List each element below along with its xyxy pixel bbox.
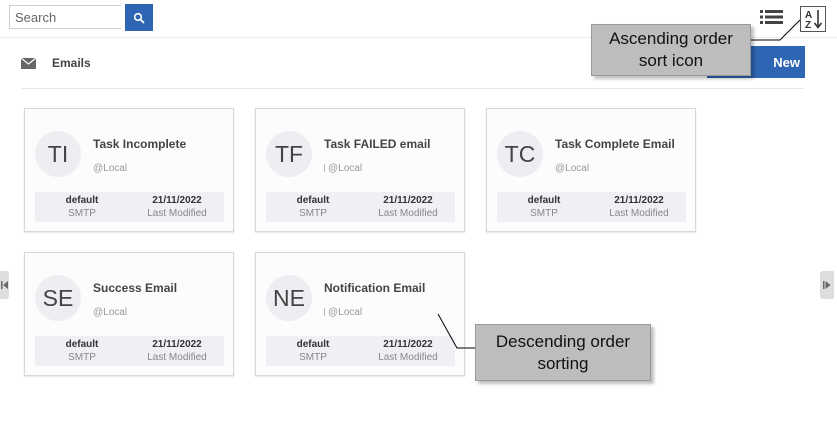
callout-line: sorting (537, 353, 589, 373)
mail-icon (21, 58, 36, 69)
meta-type: default SMTP (266, 338, 360, 364)
meta-date-label: Last Modified (378, 352, 438, 363)
sort-ascending-button[interactable]: A Z (800, 6, 826, 32)
card-subtitle-text: @Local (93, 163, 128, 174)
card-subtitle-text: @Local (328, 163, 363, 174)
section-title: Emails (52, 56, 91, 70)
card-title: Notification Email (324, 281, 426, 295)
search-icon (133, 12, 145, 24)
card-meta: default SMTP 21/11/2022 Last Modified (35, 336, 224, 366)
meta-type-label: SMTP (68, 352, 96, 363)
section-divider (22, 88, 804, 89)
card-subtitle-text: @Local (555, 163, 590, 174)
card-subtitle-text: @Local (328, 307, 363, 318)
meta-date: 21/11/2022 Last Modified (130, 194, 224, 220)
left-collapse-handle[interactable] (0, 271, 9, 299)
meta-date-value: 21/11/2022 (152, 195, 202, 206)
meta-date-label: Last Modified (147, 208, 207, 219)
email-card[interactable]: TC Task Complete Email @Local default SMTP 21… (486, 108, 696, 232)
meta-type-value: default (527, 195, 561, 206)
meta-date-label: Last Modified (609, 208, 669, 219)
meta-type: default SMTP (266, 194, 360, 220)
card-meta: default SMTP 21/11/2022 Last Modified (497, 192, 686, 222)
meta-date-value: 21/11/2022 (383, 339, 433, 350)
email-card[interactable]: NE Notification Email @Local default SMTP 21/… (255, 252, 465, 376)
card-subtitle: @Local (324, 307, 362, 318)
meta-type: default SMTP (35, 338, 129, 364)
meta-date: 21/11/2022 Last Modified (592, 194, 686, 220)
sort-az-icon: A Z (805, 10, 823, 31)
list-view-icon (760, 10, 783, 24)
meta-date-value: 21/11/2022 (152, 339, 202, 350)
meta-type-value: default (65, 195, 99, 206)
right-expand-handle[interactable] (820, 271, 834, 299)
meta-date: 21/11/2022 Last Modified (361, 338, 455, 364)
card-meta: default SMTP 21/11/2022 Last Modified (266, 336, 455, 366)
card-title: Task FAILED email (324, 137, 431, 151)
card-meta: default SMTP 21/11/2022 Last Modified (35, 192, 224, 222)
email-card[interactable]: SE Success Email @Local default SMTP 21/11/20… (24, 252, 234, 376)
avatar: TC (497, 131, 543, 177)
avatar: NE (266, 275, 312, 321)
meta-type-value: default (296, 195, 330, 206)
email-card[interactable]: TI Task Incomplete @Local default SMTP 21/11/… (24, 108, 234, 232)
subtitle-marker (324, 308, 325, 317)
card-subtitle: @Local (324, 163, 362, 174)
card-title: Task Complete Email (555, 137, 675, 151)
avatar: TF (266, 131, 312, 177)
chevron-left-icon (0, 281, 8, 289)
card-title: Task Incomplete (93, 137, 187, 151)
card-subtitle: @Local (93, 163, 127, 174)
meta-date-value: 21/11/2022 (383, 195, 433, 206)
search-input[interactable] (9, 5, 121, 29)
avatar: SE (35, 275, 81, 321)
callout-line: sort icon (638, 51, 704, 70)
meta-type-label: SMTP (299, 352, 327, 363)
avatar: TI (35, 131, 81, 177)
meta-type-label: SMTP (530, 208, 558, 219)
card-subtitle: @Local (93, 307, 127, 318)
list-view-button[interactable] (760, 9, 784, 25)
meta-type-label: SMTP (299, 208, 327, 219)
email-card[interactable]: TF Task FAILED email @Local default SMTP 21/1… (255, 108, 465, 232)
meta-type-value: default (65, 339, 99, 350)
meta-date-label: Last Modified (378, 208, 438, 219)
callout-line: Ascending order (609, 29, 733, 48)
meta-date-value: 21/11/2022 (614, 195, 664, 206)
meta-type-label: SMTP (68, 208, 96, 219)
callout-line: Descending order (495, 331, 631, 351)
meta-date-label: Last Modified (147, 352, 207, 363)
chevron-right-icon (823, 281, 831, 289)
meta-type: default SMTP (35, 194, 129, 220)
svg-text:Z: Z (805, 20, 811, 31)
ascending-sort-callout: Ascending order sort icon (591, 24, 751, 76)
card-subtitle-text: @Local (93, 307, 128, 318)
card-subtitle: @Local (555, 163, 589, 174)
subtitle-marker (324, 164, 325, 173)
meta-type: default SMTP (497, 194, 591, 220)
meta-type-value: default (296, 339, 330, 350)
search-button[interactable] (125, 4, 153, 31)
meta-date: 21/11/2022 Last Modified (361, 194, 455, 220)
descending-sort-callout: Descending order sorting (475, 324, 651, 381)
card-meta: default SMTP 21/11/2022 Last Modified (266, 192, 455, 222)
card-title: Success Email (93, 281, 178, 295)
meta-date: 21/11/2022 Last Modified (130, 338, 224, 364)
